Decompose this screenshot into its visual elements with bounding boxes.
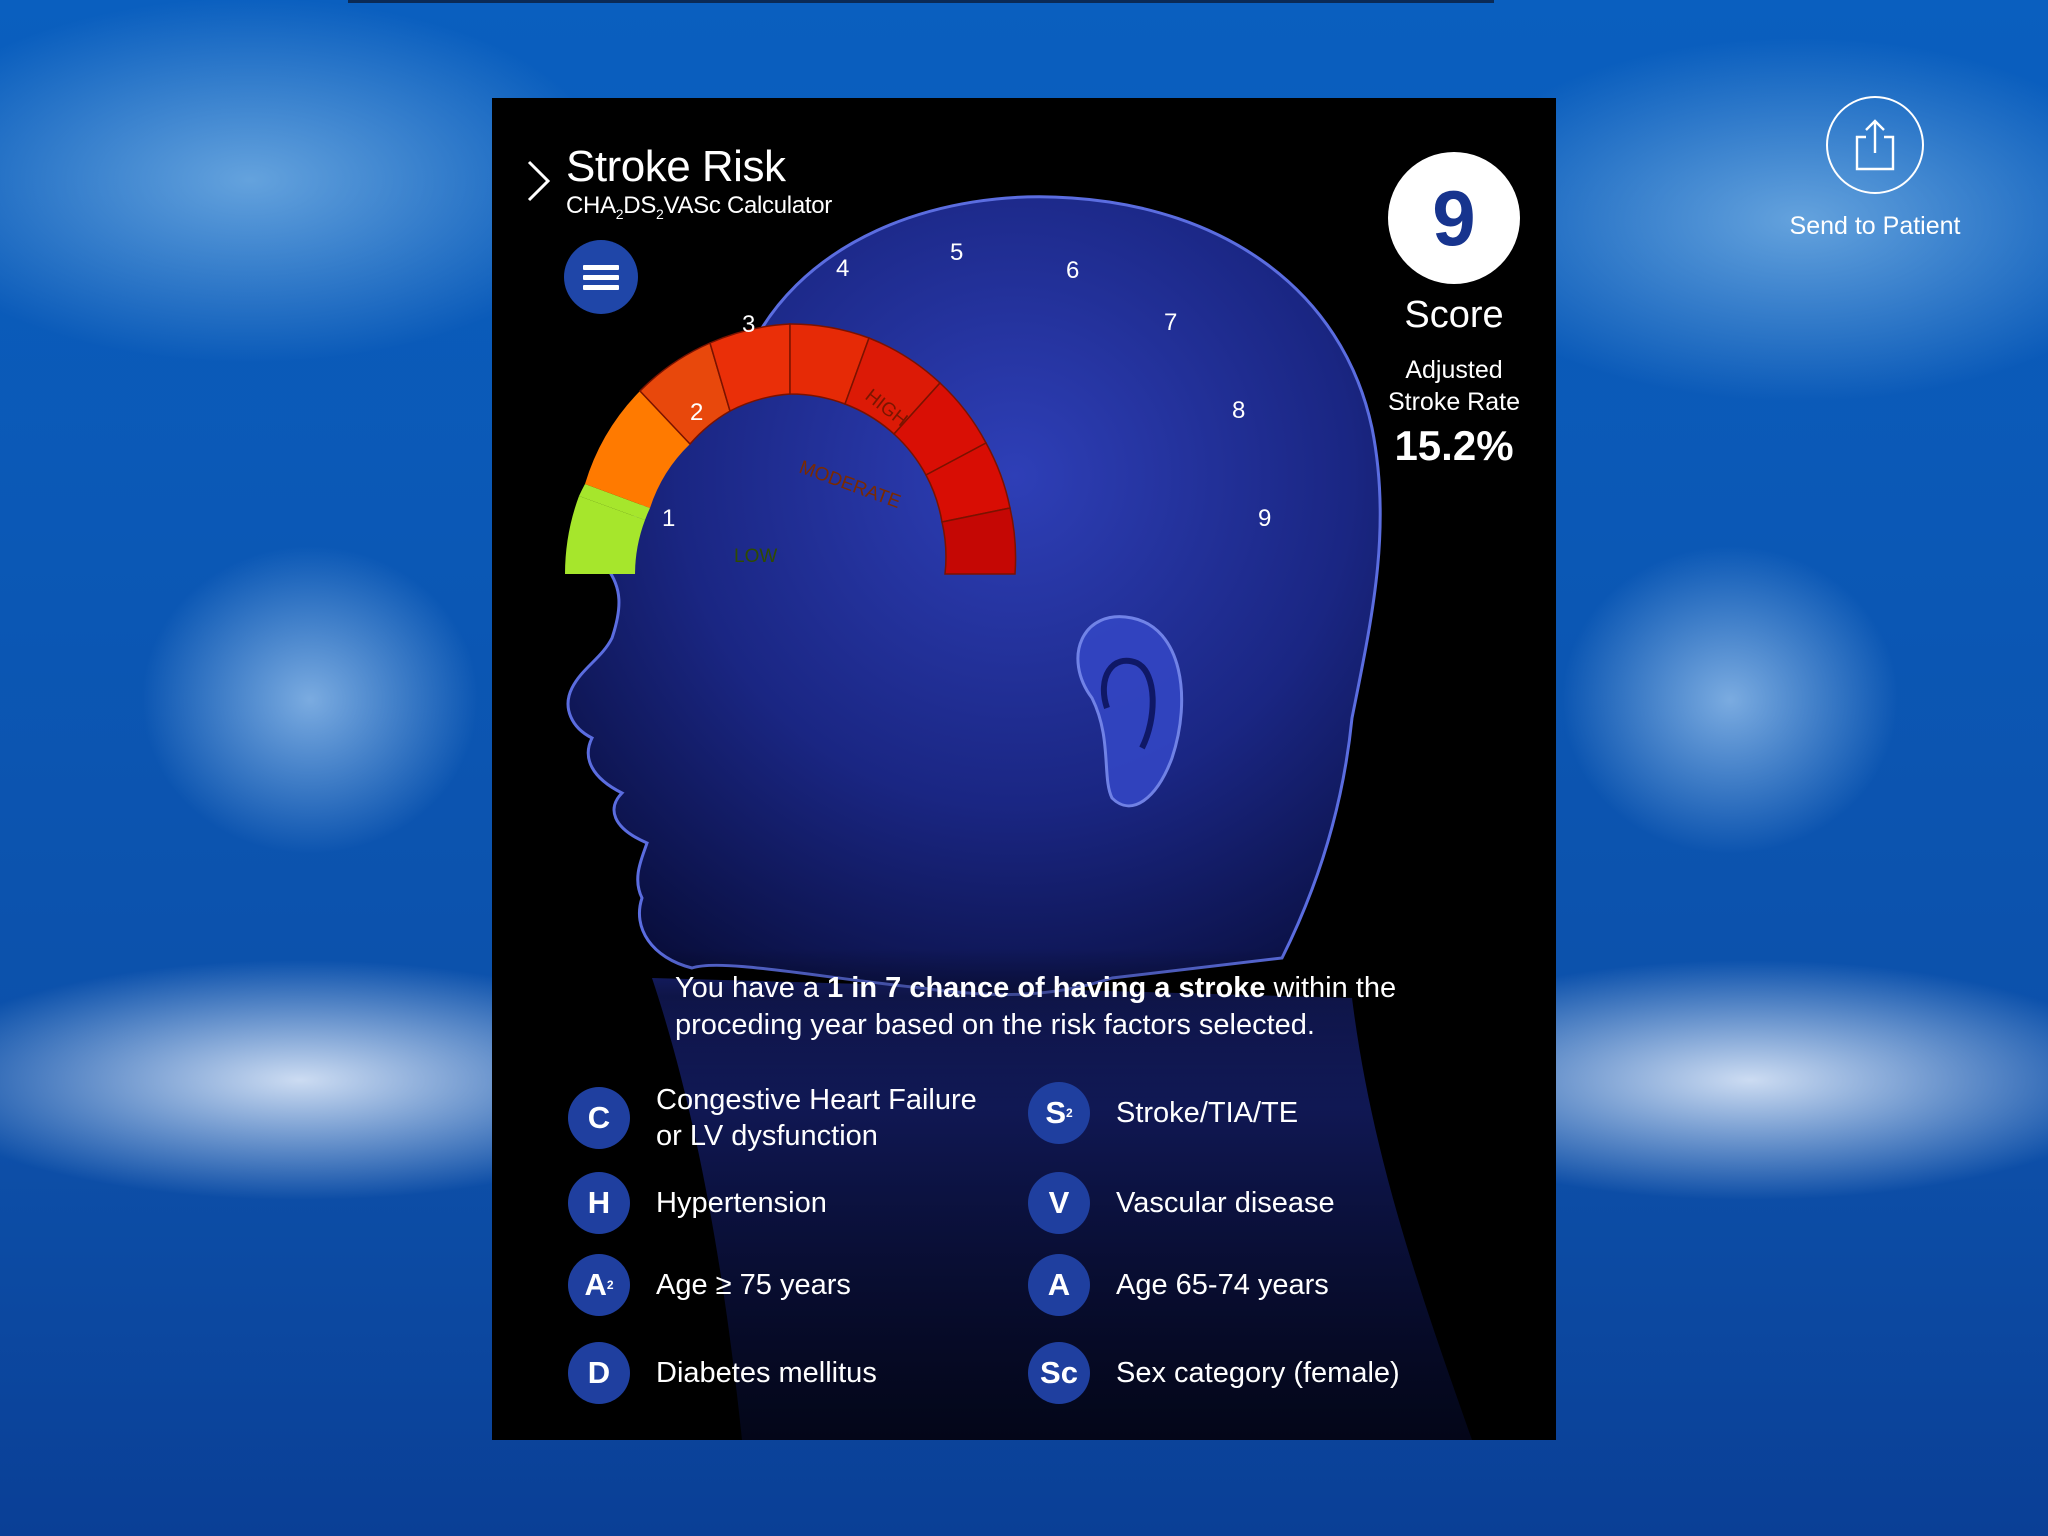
factor-v[interactable]: V Vascular disease — [1028, 1172, 1335, 1234]
adjusted-stroke-rate-value: 15.2% — [1394, 422, 1514, 469]
score-label: Score — [1404, 294, 1504, 336]
hamburger-icon-bar — [583, 274, 619, 280]
factor-badge: A — [1028, 1254, 1090, 1316]
factor-s2[interactable]: S2 Stroke/TIA/TE — [1028, 1082, 1298, 1144]
stroke-risk-card: 1 2 3 4 5 6 7 8 9 LOW MODERATE HIGH Stro… — [492, 98, 1556, 1440]
factor-badge: D — [568, 1342, 630, 1404]
score-value: 9 — [1388, 152, 1520, 284]
send-to-patient-label: Send to Patient — [1789, 212, 1961, 240]
chevron-right-icon[interactable] — [524, 158, 554, 204]
top-divider — [348, 0, 1494, 3]
factor-a2[interactable]: A2 Age ≥ 75 years — [568, 1254, 851, 1316]
gauge-tick-5: 5 — [950, 239, 963, 266]
factor-label: Congestive Heart Failure or LV dysfuncti… — [656, 1084, 977, 1152]
factor-label: Sex category (female) — [1116, 1357, 1400, 1389]
page-title: Stroke Risk — [566, 142, 786, 191]
factor-badge: Sc — [1028, 1342, 1090, 1404]
factor-badge: H — [568, 1172, 630, 1234]
factor-label: Age 65-74 years — [1116, 1269, 1329, 1301]
gauge-tick-7: 7 — [1164, 309, 1177, 336]
factor-badge: S2 — [1028, 1082, 1090, 1144]
gauge-tick-1: 1 — [662, 505, 675, 532]
gauge-band-high: HIGH — [861, 385, 911, 431]
page-subtitle: CHA2DS2VASc Calculator — [566, 192, 832, 222]
gauge-tick-9: 9 — [1258, 505, 1271, 532]
gauge-tick-6: 6 — [1066, 257, 1079, 284]
risk-message: You have a 1 in 7 chance of having a str… — [675, 972, 1397, 1041]
gauge-band-low: LOW — [734, 546, 777, 567]
factor-label: Vascular disease — [1116, 1187, 1335, 1219]
factor-label: Hypertension — [656, 1187, 827, 1219]
send-to-patient-button[interactable]: Send to Patient — [1770, 96, 1980, 241]
gauge-tick-8: 8 — [1232, 397, 1245, 424]
hamburger-icon-bar — [583, 264, 619, 270]
factor-sc[interactable]: Sc Sex category (female) — [1028, 1342, 1400, 1404]
factor-c[interactable]: C Congestive Heart Failure or LV dysfunc… — [568, 1082, 996, 1154]
hamburger-icon-bar — [583, 284, 619, 290]
factor-badge: C — [568, 1087, 630, 1149]
factor-h[interactable]: H Hypertension — [568, 1172, 827, 1234]
gauge-tick-3: 3 — [742, 311, 755, 338]
adjusted-stroke-rate-label: Adjusted Stroke Rate — [1387, 356, 1520, 416]
factor-badge: V — [1028, 1172, 1090, 1234]
gauge-band-moderate: MODERATE — [796, 457, 903, 513]
menu-button[interactable] — [564, 240, 638, 314]
gauge-tick-4: 4 — [836, 255, 849, 282]
factor-label: Stroke/TIA/TE — [1116, 1097, 1299, 1129]
factor-d[interactable]: D Diabetes mellitus — [568, 1342, 877, 1404]
factor-badge: A2 — [568, 1254, 630, 1316]
factor-label: Age ≥ 75 years — [656, 1269, 851, 1301]
share-icon — [1826, 96, 1924, 194]
factor-label: Diabetes mellitus — [656, 1357, 877, 1389]
gauge-tick-2: 2 — [690, 399, 703, 426]
factor-a[interactable]: A Age 65-74 years — [1028, 1254, 1329, 1316]
